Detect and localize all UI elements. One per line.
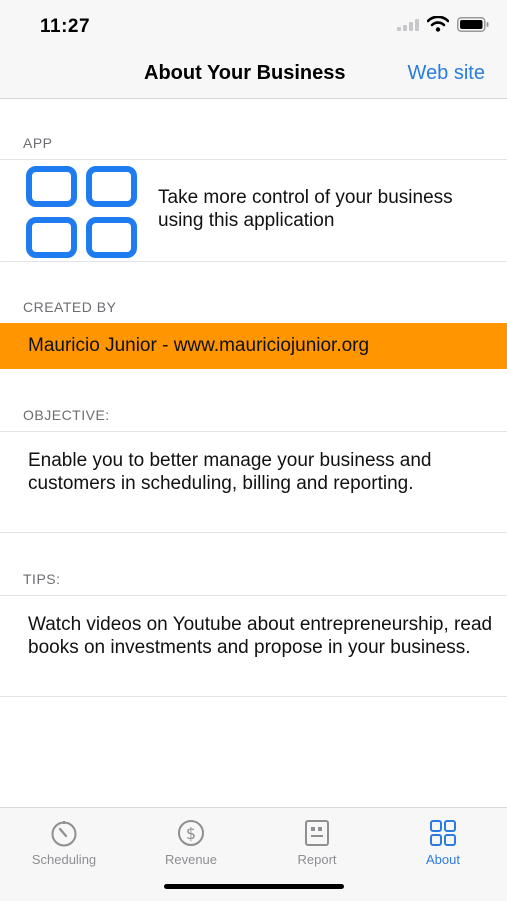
section-header-created-by: CREATED BY xyxy=(23,299,117,315)
navigation-bar: About Your Business Web site xyxy=(0,50,507,99)
tips-cell: Watch videos on Youtube about entreprene… xyxy=(0,595,507,697)
tab-report[interactable]: Report xyxy=(262,818,372,867)
app-cell: Take more control of your business using… xyxy=(0,159,507,262)
tab-label-scheduling: Scheduling xyxy=(31,852,97,867)
app-description: Take more control of your business using… xyxy=(158,187,453,231)
objective-cell: Enable you to better manage your busines… xyxy=(0,431,507,533)
tab-about[interactable]: About xyxy=(388,818,498,867)
tab-label-about: About xyxy=(426,852,460,867)
status-icons xyxy=(397,15,489,37)
content: APP Take more control of your business u… xyxy=(0,99,507,807)
grid-icon xyxy=(388,818,498,848)
tips-text: Watch videos on Youtube about entreprene… xyxy=(28,614,493,658)
status-time: 11:27 xyxy=(40,16,91,37)
section-header-app: APP xyxy=(23,135,53,151)
section-header-objective: OBJECTIVE: xyxy=(23,407,110,423)
battery-icon xyxy=(457,16,489,37)
section-header-tips: TIPS: xyxy=(23,571,61,587)
dollar-icon: $ xyxy=(136,818,246,848)
status-bar: 11:27 xyxy=(0,0,507,50)
signal-icon xyxy=(397,18,419,36)
tab-label-revenue: Revenue xyxy=(164,852,218,867)
report-icon xyxy=(262,818,372,848)
created-by-cell: Mauricio Junior - www.mauriciojunior.org xyxy=(0,323,507,369)
tab-label-report: Report xyxy=(297,852,337,867)
created-by-text: Mauricio Junior - www.mauriciojunior.org xyxy=(28,335,370,356)
svg-text:$: $ xyxy=(186,824,196,843)
stopwatch-icon xyxy=(9,818,119,848)
home-indicator xyxy=(164,884,344,889)
objective-text: Enable you to better manage your busines… xyxy=(28,450,432,494)
wifi-icon xyxy=(426,15,450,37)
tab-scheduling[interactable]: Scheduling xyxy=(9,818,119,867)
page-title: About Your Business xyxy=(144,62,346,84)
website-link[interactable]: Web site xyxy=(408,62,485,85)
grid-icon xyxy=(26,166,138,258)
tab-revenue[interactable]: $ Revenue xyxy=(136,818,246,867)
